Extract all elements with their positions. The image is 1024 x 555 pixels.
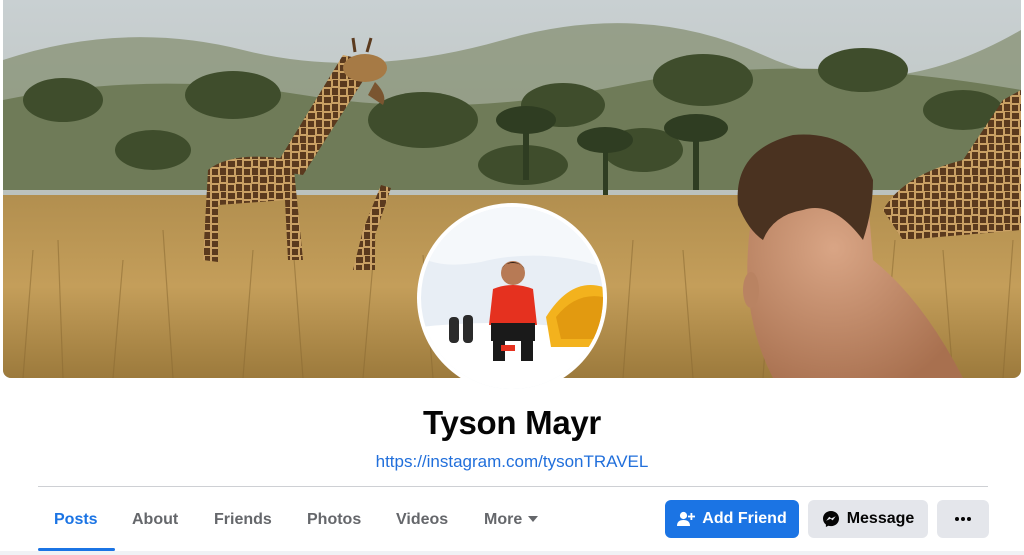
- add-friend-button[interactable]: Add Friend: [665, 500, 799, 538]
- message-label: Message: [846, 510, 915, 527]
- more-options-button[interactable]: [937, 500, 989, 538]
- tab-videos[interactable]: Videos: [396, 498, 448, 542]
- messenger-icon: [822, 510, 840, 528]
- page-bottom-border: [0, 551, 1024, 555]
- ellipsis-icon: [955, 517, 971, 521]
- tab-about[interactable]: About: [132, 498, 178, 542]
- tab-photos[interactable]: Photos: [307, 498, 361, 542]
- caret-down-icon: [528, 515, 539, 522]
- tab-friends[interactable]: Friends: [214, 498, 272, 542]
- tab-more[interactable]: More: [484, 498, 539, 542]
- add-friend-label: Add Friend: [702, 510, 787, 527]
- message-button[interactable]: Message: [808, 500, 928, 538]
- add-friend-icon: [677, 511, 696, 527]
- header-divider: [38, 486, 988, 487]
- profile-picture[interactable]: [417, 203, 607, 393]
- profile-picture-image: [421, 207, 603, 389]
- tab-posts[interactable]: Posts: [54, 498, 98, 542]
- tab-more-label: More: [484, 511, 523, 528]
- profile-name: Tyson Mayr: [423, 404, 601, 441]
- profile-link[interactable]: https://instagram.com/tysonTRAVEL: [0, 452, 1024, 472]
